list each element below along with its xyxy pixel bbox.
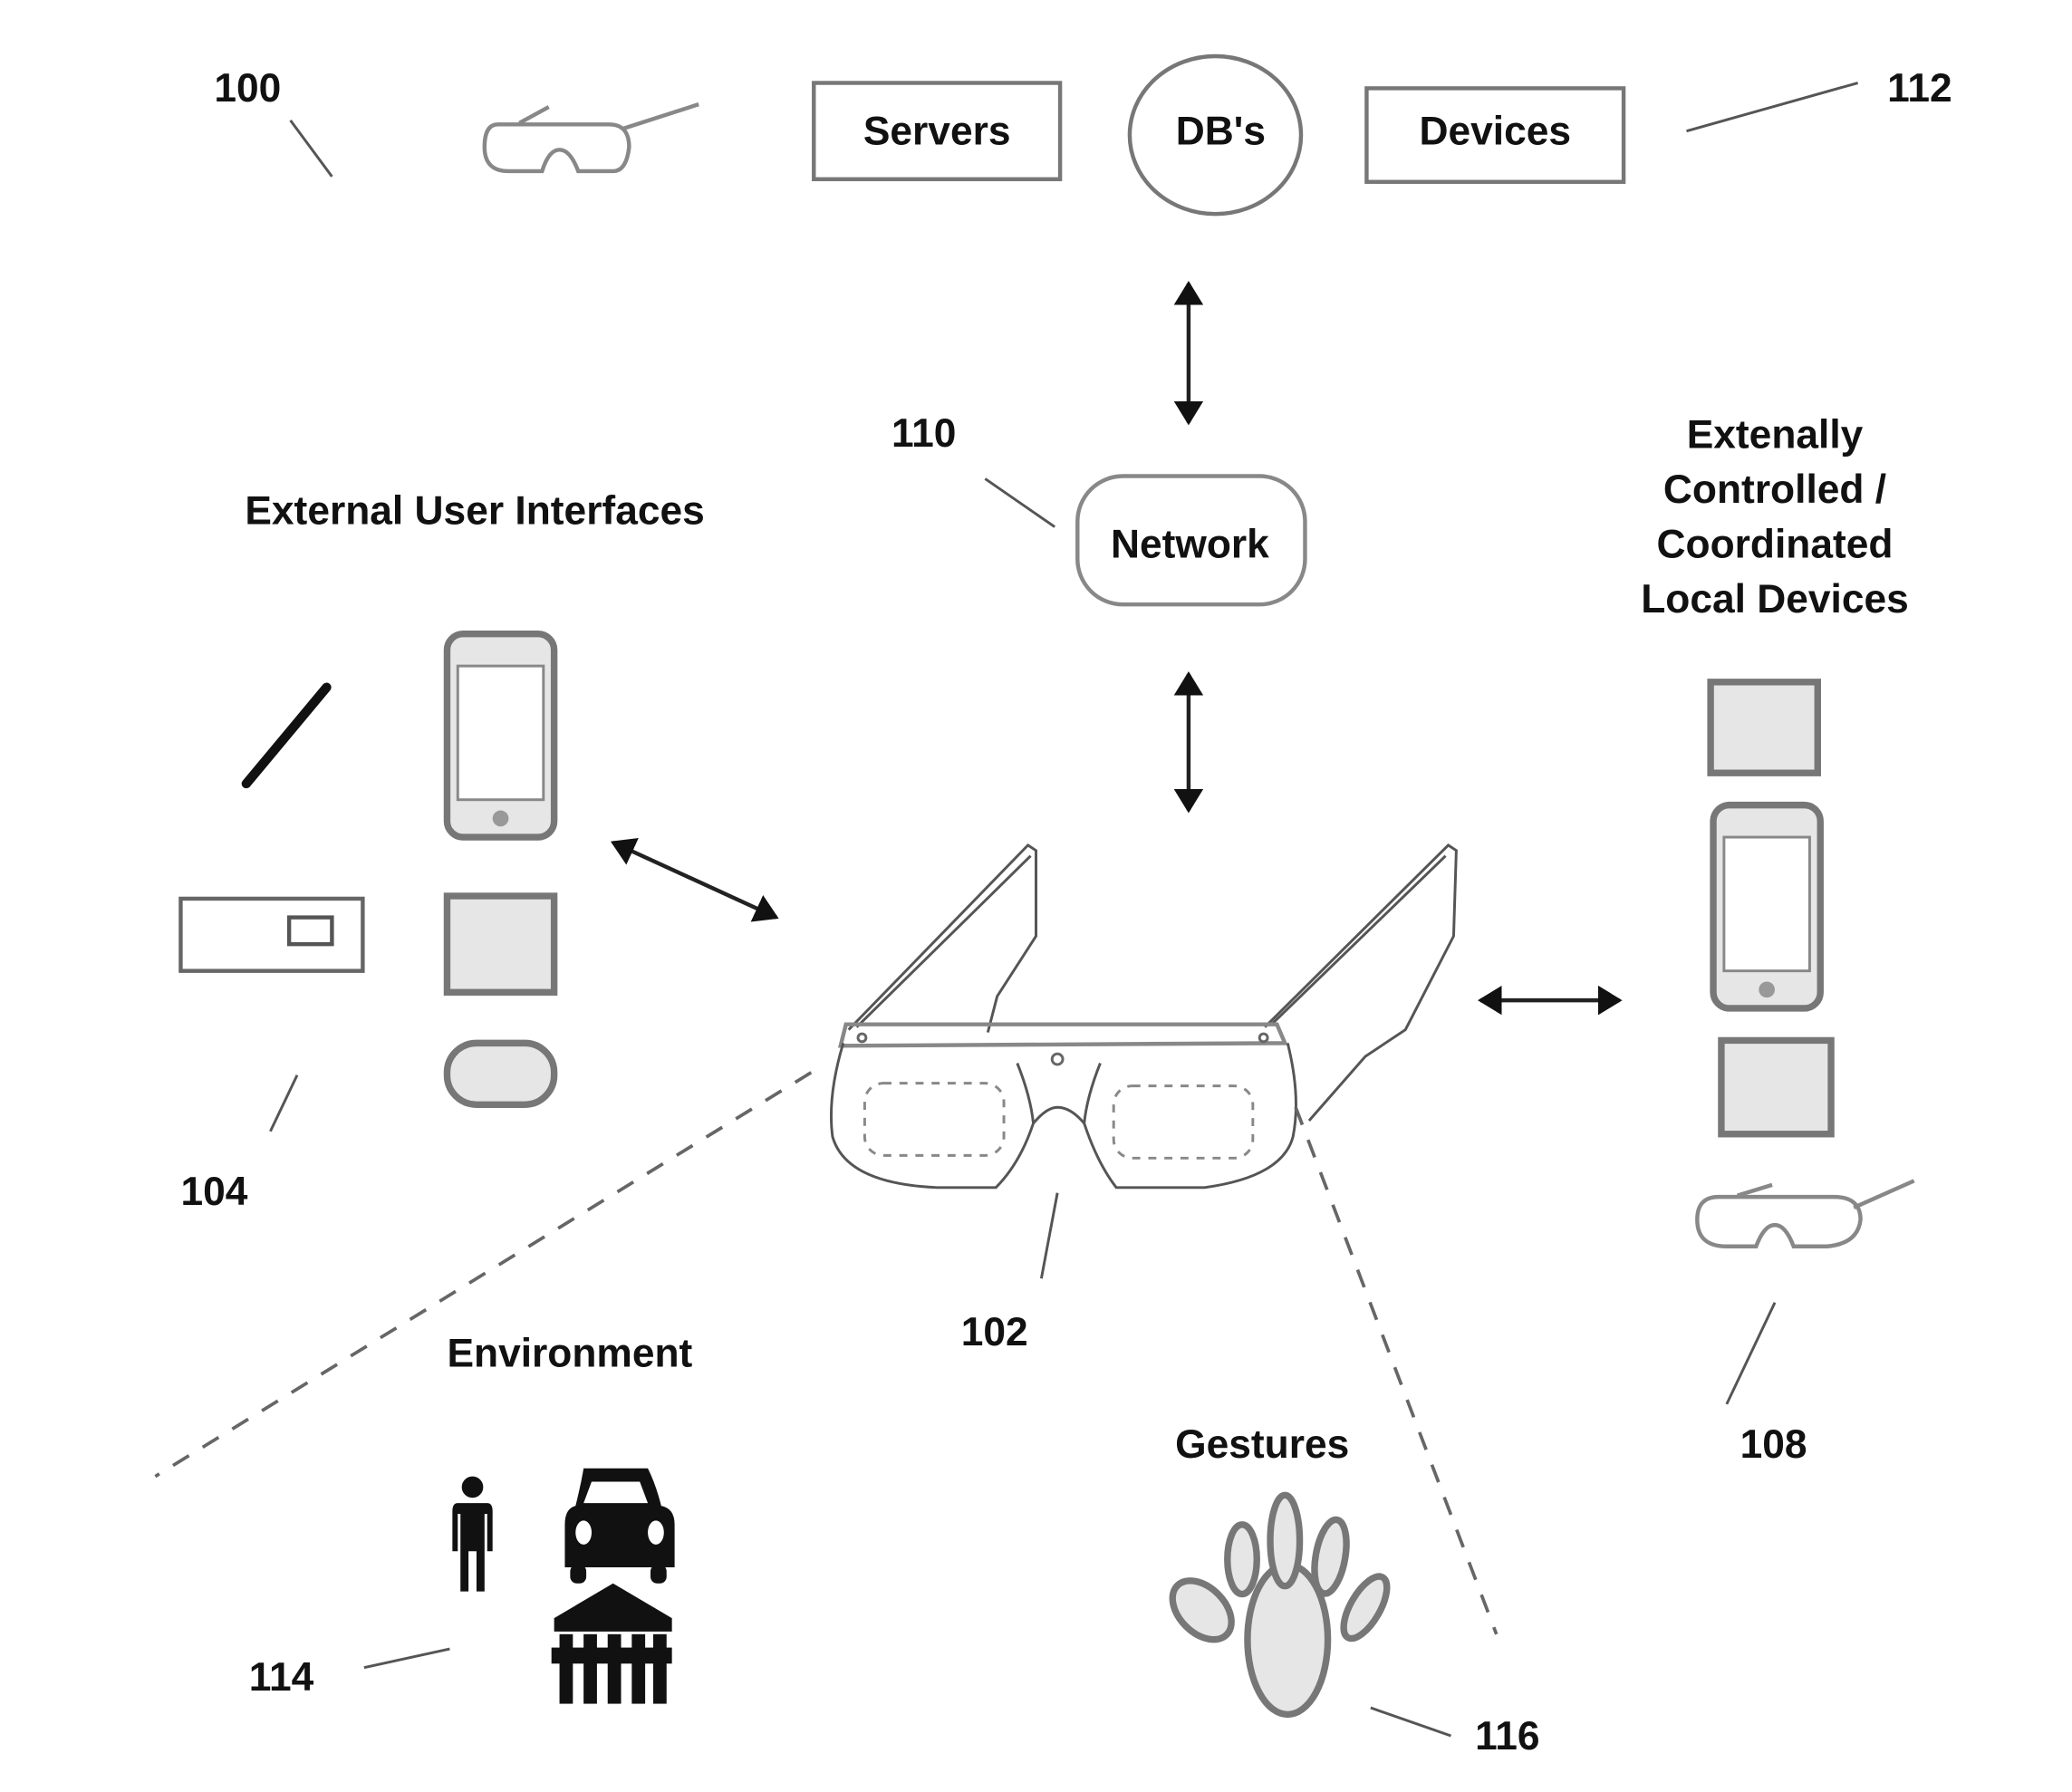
arrow-ui-eyewear [610,838,779,922]
local-smartphone-icon [1710,801,1824,1012]
ref-110: 110 [891,411,956,456]
environment-heading: Environment [447,1332,692,1376]
devices-box: Devices [1364,86,1626,184]
leader-line-110 [984,477,1056,528]
smartphone-icon [443,630,558,841]
svg-text:Coordinated: Coordinated [1657,523,1894,567]
leader-line-104 [269,1074,299,1132]
local-glasses-icon [1695,1179,1915,1248]
leader-line-100 [289,119,333,178]
leader-line-102 [1039,1192,1059,1279]
network-label: Network [1111,523,1269,567]
dbs-label: DB's [1176,109,1266,153]
svg-text:Controlled /: Controlled / [1663,467,1886,512]
servers-label: Servers [863,109,1011,153]
local-devices-heading: Extenally Controlled / Coordinated Local… [1641,413,1909,622]
building-icon [551,1583,672,1704]
ref-114: 114 [249,1655,314,1700]
tablet-icon [443,892,558,996]
local-tablet-icon-top [1707,679,1821,776]
ref-112: 112 [1887,66,1952,111]
dbs-circle: DB's [1127,53,1304,217]
card-reader-icon [178,896,365,973]
svg-text:Local Devices: Local Devices [1641,577,1909,621]
glasses-icon [482,102,699,174]
hand-icon [1169,1491,1391,1719]
ref-108: 108 [1740,1422,1807,1467]
leader-line-116 [1370,1706,1451,1738]
devices-label: Devices [1419,109,1571,153]
svg-text:Extenally: Extenally [1687,413,1864,458]
leader-line-112 [1686,82,1859,133]
servers-box: Servers [812,81,1063,182]
person-icon [452,1476,493,1592]
wearable-band-icon [443,1039,558,1108]
network-node: Network [1075,474,1307,607]
local-tablet-icon-bottom [1718,1036,1835,1138]
external-ui-heading: External User Interfaces [245,489,704,534]
ref-116: 116 [1475,1714,1539,1758]
smart-glasses-icon [829,843,1458,1190]
gestures-heading: Gestures [1175,1422,1349,1467]
dashed-line-environment [154,1071,813,1479]
patent-figure: 100 Servers DB's Devices 112 110 Network… [154,53,1952,1758]
leader-line-114 [363,1647,450,1670]
ref-100: 100 [214,66,281,111]
leader-line-108 [1725,1302,1777,1405]
ref-102: 102 [961,1310,1028,1354]
stylus-icon [241,682,332,789]
car-icon [564,1468,675,1584]
ref-104: 104 [180,1170,247,1214]
